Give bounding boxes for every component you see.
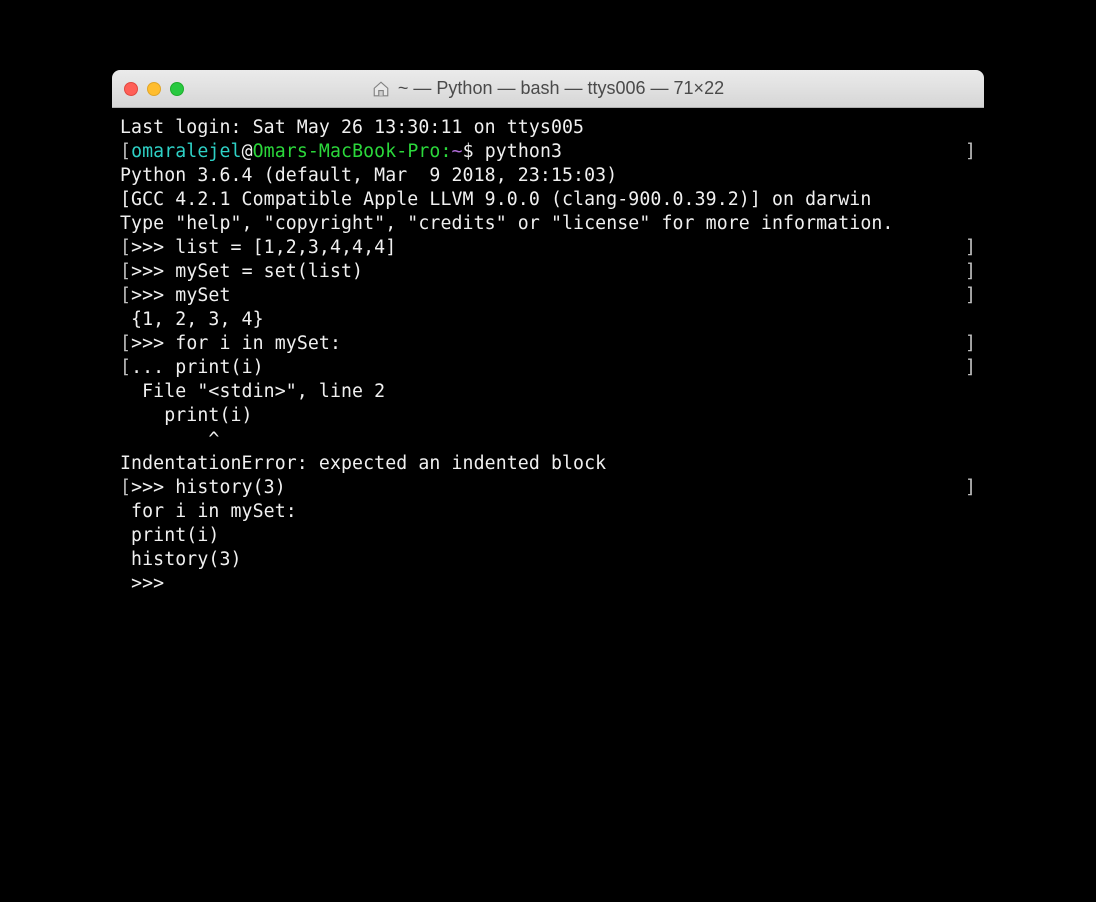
repl-cont-prompt: ... bbox=[131, 357, 175, 378]
traffic-lights bbox=[124, 82, 184, 96]
bracket-open: [ bbox=[120, 477, 131, 498]
shell-prompt-line: [omaralejel@Omars-MacBook-Pro:~$ python3… bbox=[120, 140, 976, 164]
terminal-line: print(i) bbox=[120, 404, 976, 428]
terminal-line: File "<stdin>", line 2 bbox=[120, 380, 976, 404]
maximize-button[interactable] bbox=[170, 82, 184, 96]
bracket-open: [ bbox=[120, 237, 131, 258]
repl-input: list = [1,2,3,4,4,4] bbox=[175, 237, 396, 258]
error-message: IndentationError: expected an indented b… bbox=[120, 453, 606, 474]
repl-input: print(i) bbox=[175, 357, 263, 378]
history-output: print(i) bbox=[120, 525, 219, 546]
terminal-line: history(3) bbox=[120, 548, 976, 572]
repl-line: [>>> for i in mySet: ] bbox=[120, 332, 976, 356]
error-file: File "<stdin>", line 2 bbox=[120, 381, 385, 402]
home-icon bbox=[372, 80, 390, 98]
error-caret: ^ bbox=[120, 429, 219, 450]
repl-empty-prompt: >>> bbox=[120, 573, 175, 594]
bracket-close: ] bbox=[965, 356, 976, 380]
titlebar[interactable]: ~ — Python — bash — ttys006 — 71×22 bbox=[112, 70, 984, 108]
bracket-open: [ bbox=[120, 285, 131, 306]
repl-prompt: >>> bbox=[131, 477, 175, 498]
terminal-line: for i in mySet: bbox=[120, 500, 976, 524]
prompt-tilde: ~ bbox=[452, 141, 463, 162]
prompt-dollar: $ bbox=[463, 141, 485, 162]
window-title: ~ — Python — bash — ttys006 — 71×22 bbox=[398, 78, 724, 99]
python-compiler: [GCC 4.2.1 Compatible Apple LLVM 9.0.0 (… bbox=[120, 189, 871, 210]
repl-input: mySet = set(list) bbox=[175, 261, 363, 282]
terminal-line: ^ bbox=[120, 428, 976, 452]
history-output: history(3) bbox=[120, 549, 242, 570]
repl-left: [... print(i) bbox=[120, 356, 264, 380]
bracket-close: ] bbox=[965, 284, 976, 308]
repl-left: [>>> list = [1,2,3,4,4,4] bbox=[120, 236, 396, 260]
terminal-line: Type "help", "copyright", "credits" or "… bbox=[120, 212, 976, 236]
terminal-line: IndentationError: expected an indented b… bbox=[120, 452, 976, 476]
bracket-close: ] bbox=[965, 140, 976, 164]
bracket-open: [ bbox=[120, 357, 131, 378]
shell-command: python3 bbox=[485, 141, 562, 162]
error-source: print(i) bbox=[120, 405, 253, 426]
repl-line: [>>> mySet ] bbox=[120, 284, 976, 308]
prompt-user: omaralejel bbox=[131, 141, 242, 162]
repl-line: [>>> mySet = set(list) ] bbox=[120, 260, 976, 284]
repl-output: {1, 2, 3, 4} bbox=[120, 309, 264, 330]
terminal-line: Last login: Sat May 26 13:30:11 on ttys0… bbox=[120, 116, 976, 140]
terminal-line: print(i) bbox=[120, 524, 976, 548]
repl-input: for i in mySet: bbox=[175, 333, 341, 354]
repl-line: >>> bbox=[120, 572, 976, 596]
repl-prompt: >>> bbox=[131, 573, 175, 594]
repl-left: [>>> for i in mySet: bbox=[120, 332, 341, 356]
terminal-content[interactable]: Last login: Sat May 26 13:30:11 on ttys0… bbox=[112, 108, 984, 788]
bracket-open: [ bbox=[120, 261, 131, 282]
repl-left: [>>> mySet bbox=[120, 284, 231, 308]
last-login-text: Last login: Sat May 26 13:30:11 on ttys0… bbox=[120, 117, 584, 138]
repl-input: mySet bbox=[175, 285, 230, 306]
terminal-line: Python 3.6.4 (default, Mar 9 2018, 23:15… bbox=[120, 164, 976, 188]
repl-prompt: >>> bbox=[131, 285, 175, 306]
bracket-open: [ bbox=[120, 141, 131, 162]
repl-line: [>>> history(3) ] bbox=[120, 476, 976, 500]
repl-line: [... print(i) ] bbox=[120, 356, 976, 380]
bracket-close: ] bbox=[965, 260, 976, 284]
title-content: ~ — Python — bash — ttys006 — 71×22 bbox=[112, 78, 984, 99]
repl-input: history(3) bbox=[175, 477, 286, 498]
repl-line: [>>> list = [1,2,3,4,4,4] ] bbox=[120, 236, 976, 260]
history-output: for i in mySet: bbox=[120, 501, 297, 522]
repl-prompt: >>> bbox=[131, 261, 175, 282]
close-button[interactable] bbox=[124, 82, 138, 96]
prompt-left: [omaralejel@Omars-MacBook-Pro:~$ python3 bbox=[120, 140, 562, 164]
repl-prompt: >>> bbox=[131, 237, 175, 258]
repl-left: [>>> mySet = set(list) bbox=[120, 260, 363, 284]
minimize-button[interactable] bbox=[147, 82, 161, 96]
terminal-line: {1, 2, 3, 4} bbox=[120, 308, 976, 332]
python-help: Type "help", "copyright", "credits" or "… bbox=[120, 213, 894, 234]
bracket-close: ] bbox=[965, 476, 976, 500]
bracket-close: ] bbox=[965, 236, 976, 260]
bracket-open: [ bbox=[120, 333, 131, 354]
python-version: Python 3.6.4 (default, Mar 9 2018, 23:15… bbox=[120, 165, 628, 186]
terminal-line: [GCC 4.2.1 Compatible Apple LLVM 9.0.0 (… bbox=[120, 188, 976, 212]
repl-prompt: >>> bbox=[131, 333, 175, 354]
repl-left: [>>> history(3) bbox=[120, 476, 286, 500]
prompt-at: @ bbox=[242, 141, 253, 162]
terminal-window: ~ — Python — bash — ttys006 — 71×22 Last… bbox=[112, 70, 984, 788]
bracket-close: ] bbox=[965, 332, 976, 356]
prompt-host: Omars-MacBook-Pro: bbox=[253, 141, 452, 162]
